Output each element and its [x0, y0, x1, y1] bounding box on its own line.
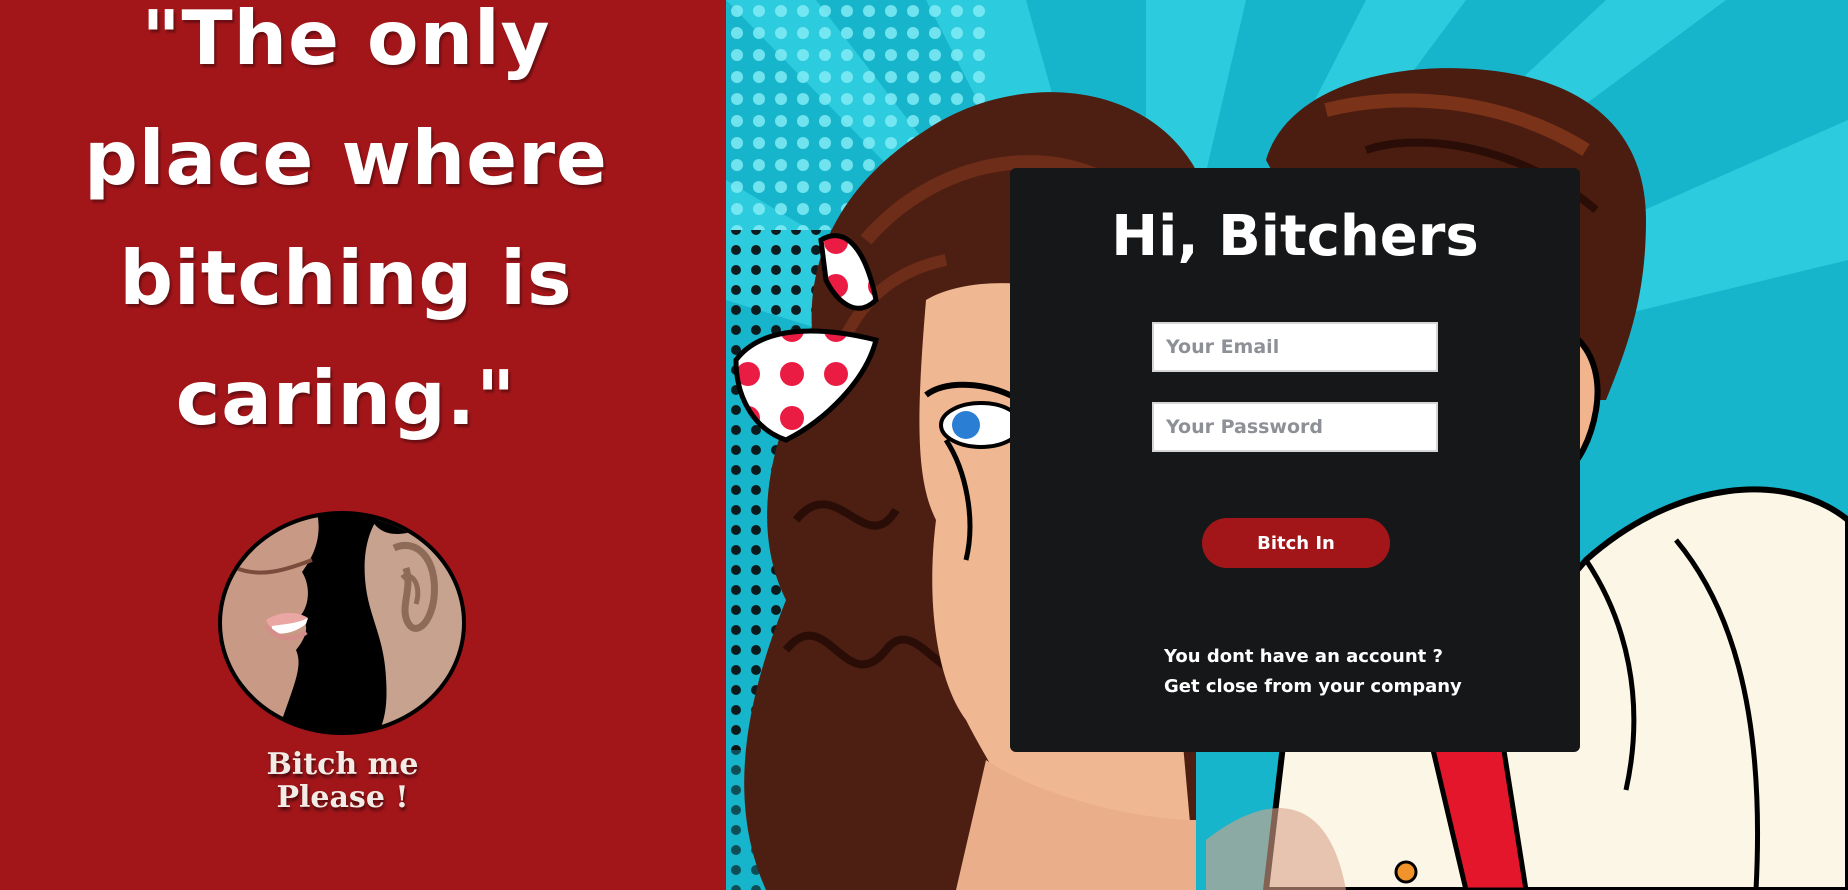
email-field[interactable]: [1152, 322, 1438, 372]
quote-line: bitching is: [119, 234, 573, 322]
whisper-ear-lips-icon: [216, 508, 468, 738]
quote-line: caring.": [175, 354, 517, 442]
login-card: Hi, Bitchers Bitch In You dont have an a…: [1010, 168, 1580, 752]
brand-logo-text: Bitch me Please !: [200, 748, 485, 814]
quote-line: place where: [84, 114, 608, 202]
login-title: Hi, Bitchers: [1111, 204, 1479, 269]
signup-note: You dont have an account ? Get close fro…: [1164, 642, 1464, 702]
left-panel: "The only place where bitching is caring…: [0, 0, 726, 890]
login-button[interactable]: Bitch In: [1202, 518, 1390, 568]
password-field[interactable]: [1152, 402, 1438, 452]
signup-note-line: You dont have an account ?: [1164, 646, 1443, 667]
signup-note-line: Get close from your company: [1164, 676, 1462, 697]
brand-line: Please !: [276, 780, 409, 815]
quote-line: "The only: [141, 0, 551, 82]
tagline-quote: "The only place where bitching is caring…: [40, 0, 652, 458]
brand-line: Bitch me: [266, 747, 419, 782]
